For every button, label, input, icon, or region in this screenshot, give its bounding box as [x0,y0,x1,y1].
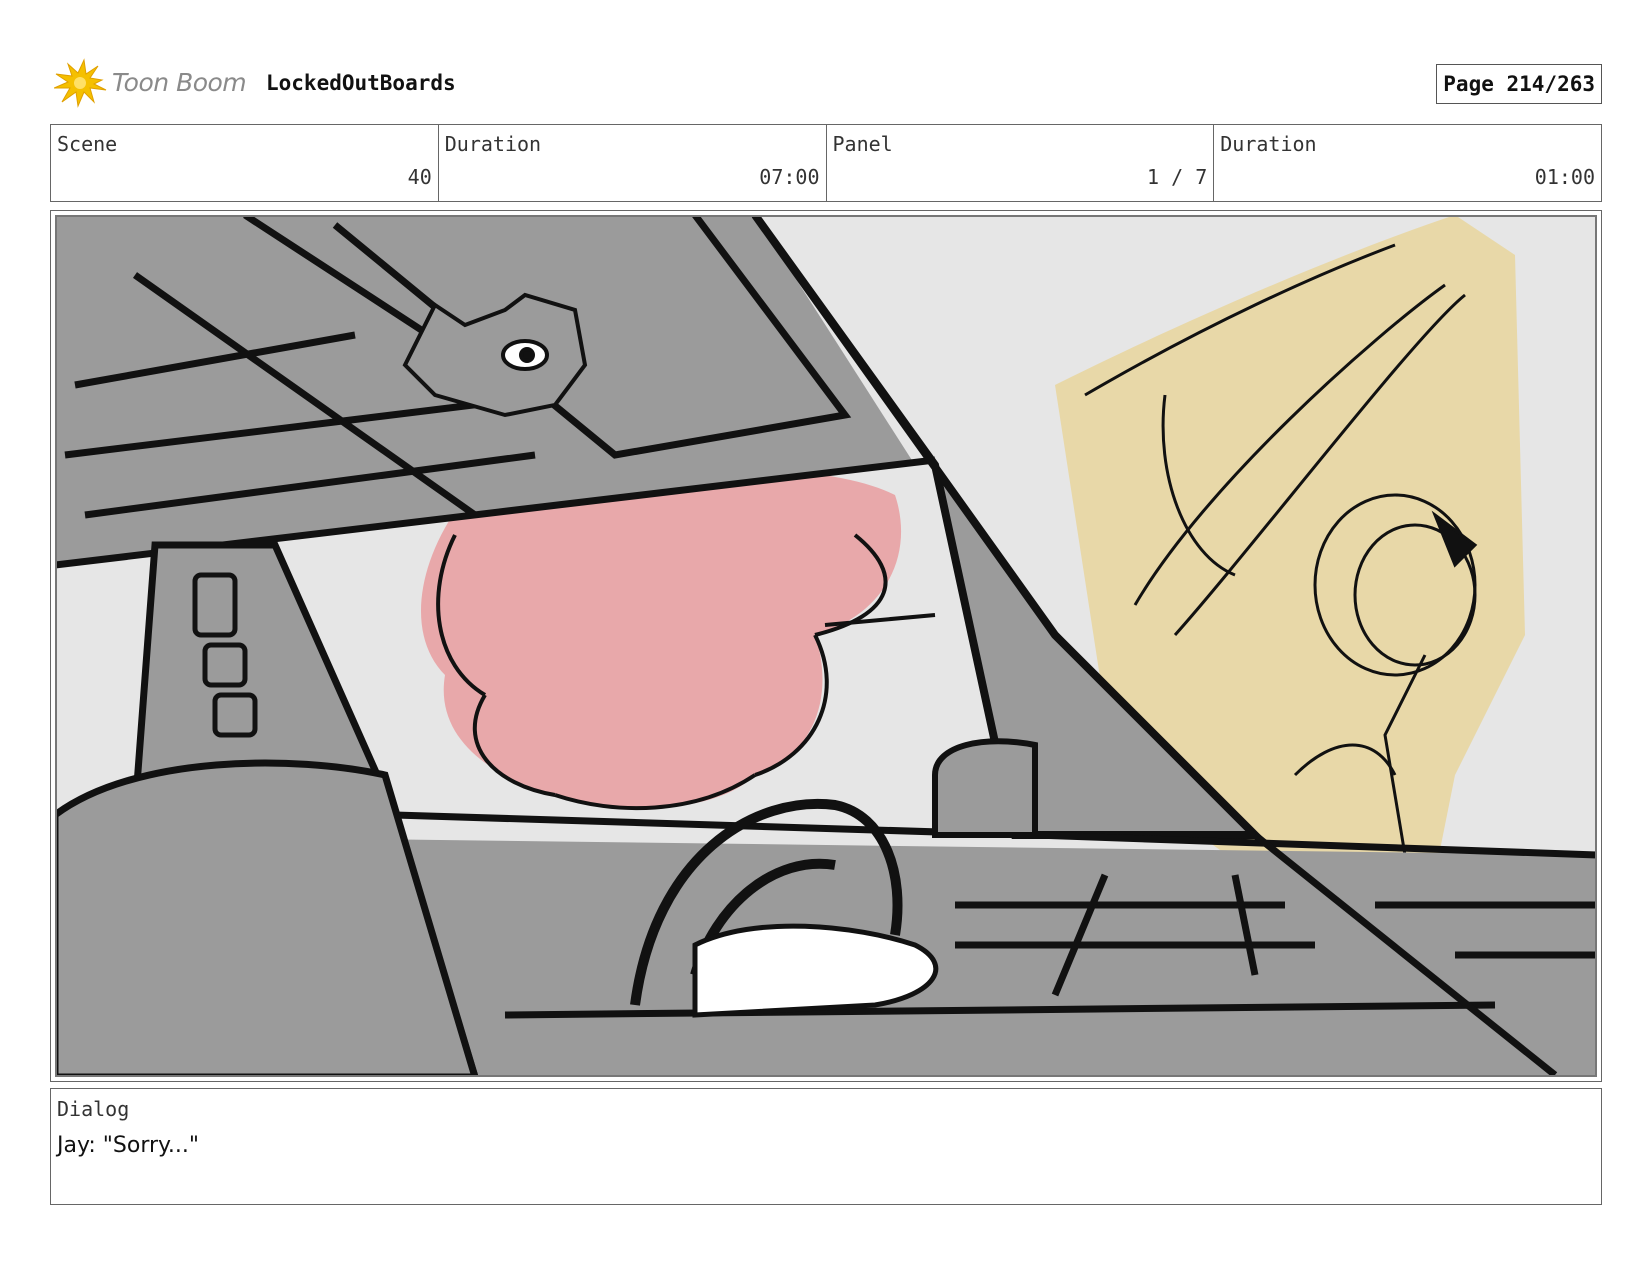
panel-cell: Panel 1 / 7 [827,125,1215,201]
page-counter: Page 214/263 [1436,64,1602,104]
storyboard-header: Toon Boom LockedOutBoards Page 214/263 [50,58,1602,108]
dialog-box: Dialog Jay: "Sorry..." [50,1088,1602,1205]
panel-drawing [55,215,1597,1077]
panel-duration-value: 01:00 [1534,165,1595,189]
side-mirror [932,738,1038,838]
scene-info-row: Scene 40 Duration 07:00 Panel 1 / 7 Dura… [50,124,1602,202]
panel-value: 1 / 7 [1147,165,1208,189]
logo-wordmark: Toon Boom [112,68,247,97]
scene-label: Scene [57,132,118,156]
project-title: LockedOutBoards [266,71,456,95]
scene-value: 40 [407,165,432,189]
storyboard-panel [50,210,1602,1082]
scene-cell: Scene 40 [51,125,439,201]
dialog-text: Jay: "Sorry..." [57,1133,200,1158]
scene-duration-label: Duration [444,132,542,156]
dialog-label: Dialog [57,1097,130,1121]
hand-shape [692,923,939,1018]
toon-boom-logo: Toon Boom [54,58,254,108]
panel-duration-label: Duration [1220,132,1317,156]
scene-duration-cell: Duration 07:00 [439,125,827,201]
scene-duration-value: 07:00 [759,165,820,189]
starburst-icon [54,58,107,108]
panel-label: Panel [832,132,893,156]
panel-duration-cell: Duration 01:00 [1214,125,1601,201]
